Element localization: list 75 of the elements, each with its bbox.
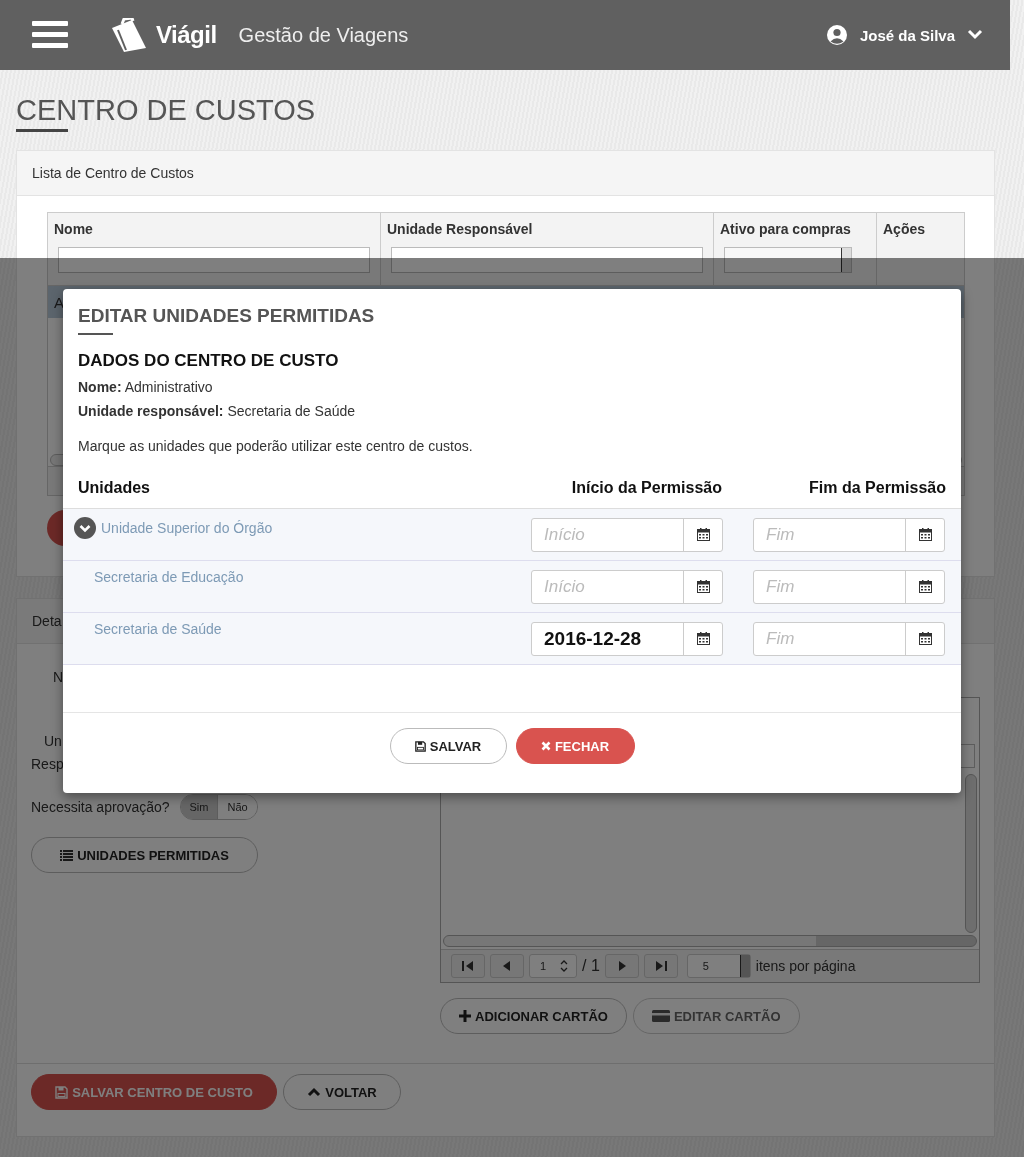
column-header: Unidades	[78, 479, 151, 497]
date-field[interactable]: Início	[531, 517, 723, 552]
chevron-up-icon	[307, 1087, 322, 1097]
unit-name[interactable]: Secretaria de Saúde	[94, 621, 222, 637]
save-icon	[55, 1085, 69, 1099]
date-field[interactable]: Fim	[753, 621, 945, 656]
first-page-icon	[462, 961, 474, 971]
info-line: Unidade responsável: Secretaria de Saúde	[78, 402, 357, 420]
calendar-icon[interactable]	[918, 580, 932, 593]
column-title: Nome	[54, 221, 94, 237]
instructions-text: Marque as unidades que poderão utilizar este centro de custos.	[78, 438, 474, 454]
panel-title: Lista de Centro de Custos	[32, 165, 194, 181]
unit-name[interactable]: Unidade Superior do Órgão	[101, 520, 273, 536]
app-subtitle: Gestão de Viagens	[238, 23, 409, 47]
column-header: Início da Permissão	[570, 479, 722, 497]
save-icon	[414, 740, 426, 752]
field-label: N	[53, 669, 64, 685]
filter-field[interactable]	[58, 247, 370, 273]
toggle-option[interactable]: Não	[217, 795, 257, 819]
page-count: / 1	[582, 957, 600, 975]
close-button[interactable]: FECHAR	[515, 728, 635, 764]
filter-select[interactable]	[724, 247, 852, 273]
calendar-icon[interactable]	[918, 528, 932, 541]
user-avatar-icon	[825, 24, 848, 46]
calendar-icon[interactable]	[918, 632, 932, 645]
date-field[interactable]: 2016-12-28	[531, 621, 723, 656]
credit-card-icon	[651, 1010, 670, 1022]
column-header: Fim da Permissão	[808, 479, 946, 497]
first-page-button[interactable]	[451, 954, 485, 978]
date-field[interactable]: Fim	[753, 569, 945, 604]
table-cell: A	[54, 293, 64, 311]
filter-field[interactable]	[391, 247, 703, 273]
save-button[interactable]: SALVAR	[389, 728, 507, 764]
last-page-icon	[654, 961, 667, 971]
close-icon	[540, 741, 551, 751]
save-cost-center-button[interactable]: SALVAR CENTRO DE CUSTO	[31, 1074, 277, 1110]
units-button[interactable]: UNIDADES PERMITIDAS	[31, 837, 258, 873]
triangle-left-icon	[502, 961, 512, 971]
date-field[interactable]: Início	[531, 569, 723, 604]
add-card-button[interactable]: ADICIONAR CARTÃO	[440, 998, 627, 1034]
page-size-select[interactable]: 5	[686, 954, 751, 978]
user-name[interactable]: José da Silva	[859, 26, 955, 44]
brand-name: Viágil	[156, 21, 217, 49]
triangle-right-icon	[616, 961, 627, 971]
calendar-icon[interactable]	[696, 632, 710, 645]
section-title: DADOS DO CENTRO DE CUSTO	[78, 351, 340, 371]
spinner-icon[interactable]	[560, 959, 568, 973]
scrollbar[interactable]	[965, 774, 977, 933]
modal-title: EDITAR UNIDADES PERMITIDAS	[78, 305, 376, 327]
page-title: CENTRO DE CUSTOS	[16, 93, 317, 128]
scrollbar[interactable]	[443, 935, 977, 947]
chevron-down-icon[interactable]	[967, 29, 983, 41]
toggle-option[interactable]: Sim	[180, 795, 218, 819]
column-title: Ativo para compras	[720, 221, 852, 237]
calendar-icon[interactable]	[696, 528, 710, 541]
field-label: Un	[44, 733, 62, 749]
next-page-button[interactable]	[604, 954, 639, 978]
plus-icon	[459, 1010, 471, 1022]
info-line: Nome: Administrativo	[78, 378, 214, 396]
field-label: Resp	[31, 756, 64, 772]
page-number-field[interactable]: 1	[529, 954, 577, 978]
panel-title: Deta	[32, 613, 62, 629]
date-field[interactable]: Fim	[753, 517, 945, 552]
column-title: Unidade Responsável	[387, 221, 534, 237]
unit-name[interactable]: Secretaria de Educação	[94, 569, 244, 585]
page-size-label: itens por página	[755, 958, 856, 974]
menu-icon[interactable]	[32, 21, 68, 49]
expand-toggle-icon[interactable]	[74, 517, 96, 539]
column-title: Ações	[883, 221, 927, 237]
previous-page-button[interactable]	[490, 954, 524, 978]
field-label: Necessita aprovação?	[31, 799, 170, 815]
last-page-button[interactable]	[643, 954, 678, 978]
list-icon	[60, 849, 74, 861]
back-button[interactable]: VOLTAR	[283, 1074, 401, 1110]
calendar-icon[interactable]	[696, 580, 710, 593]
